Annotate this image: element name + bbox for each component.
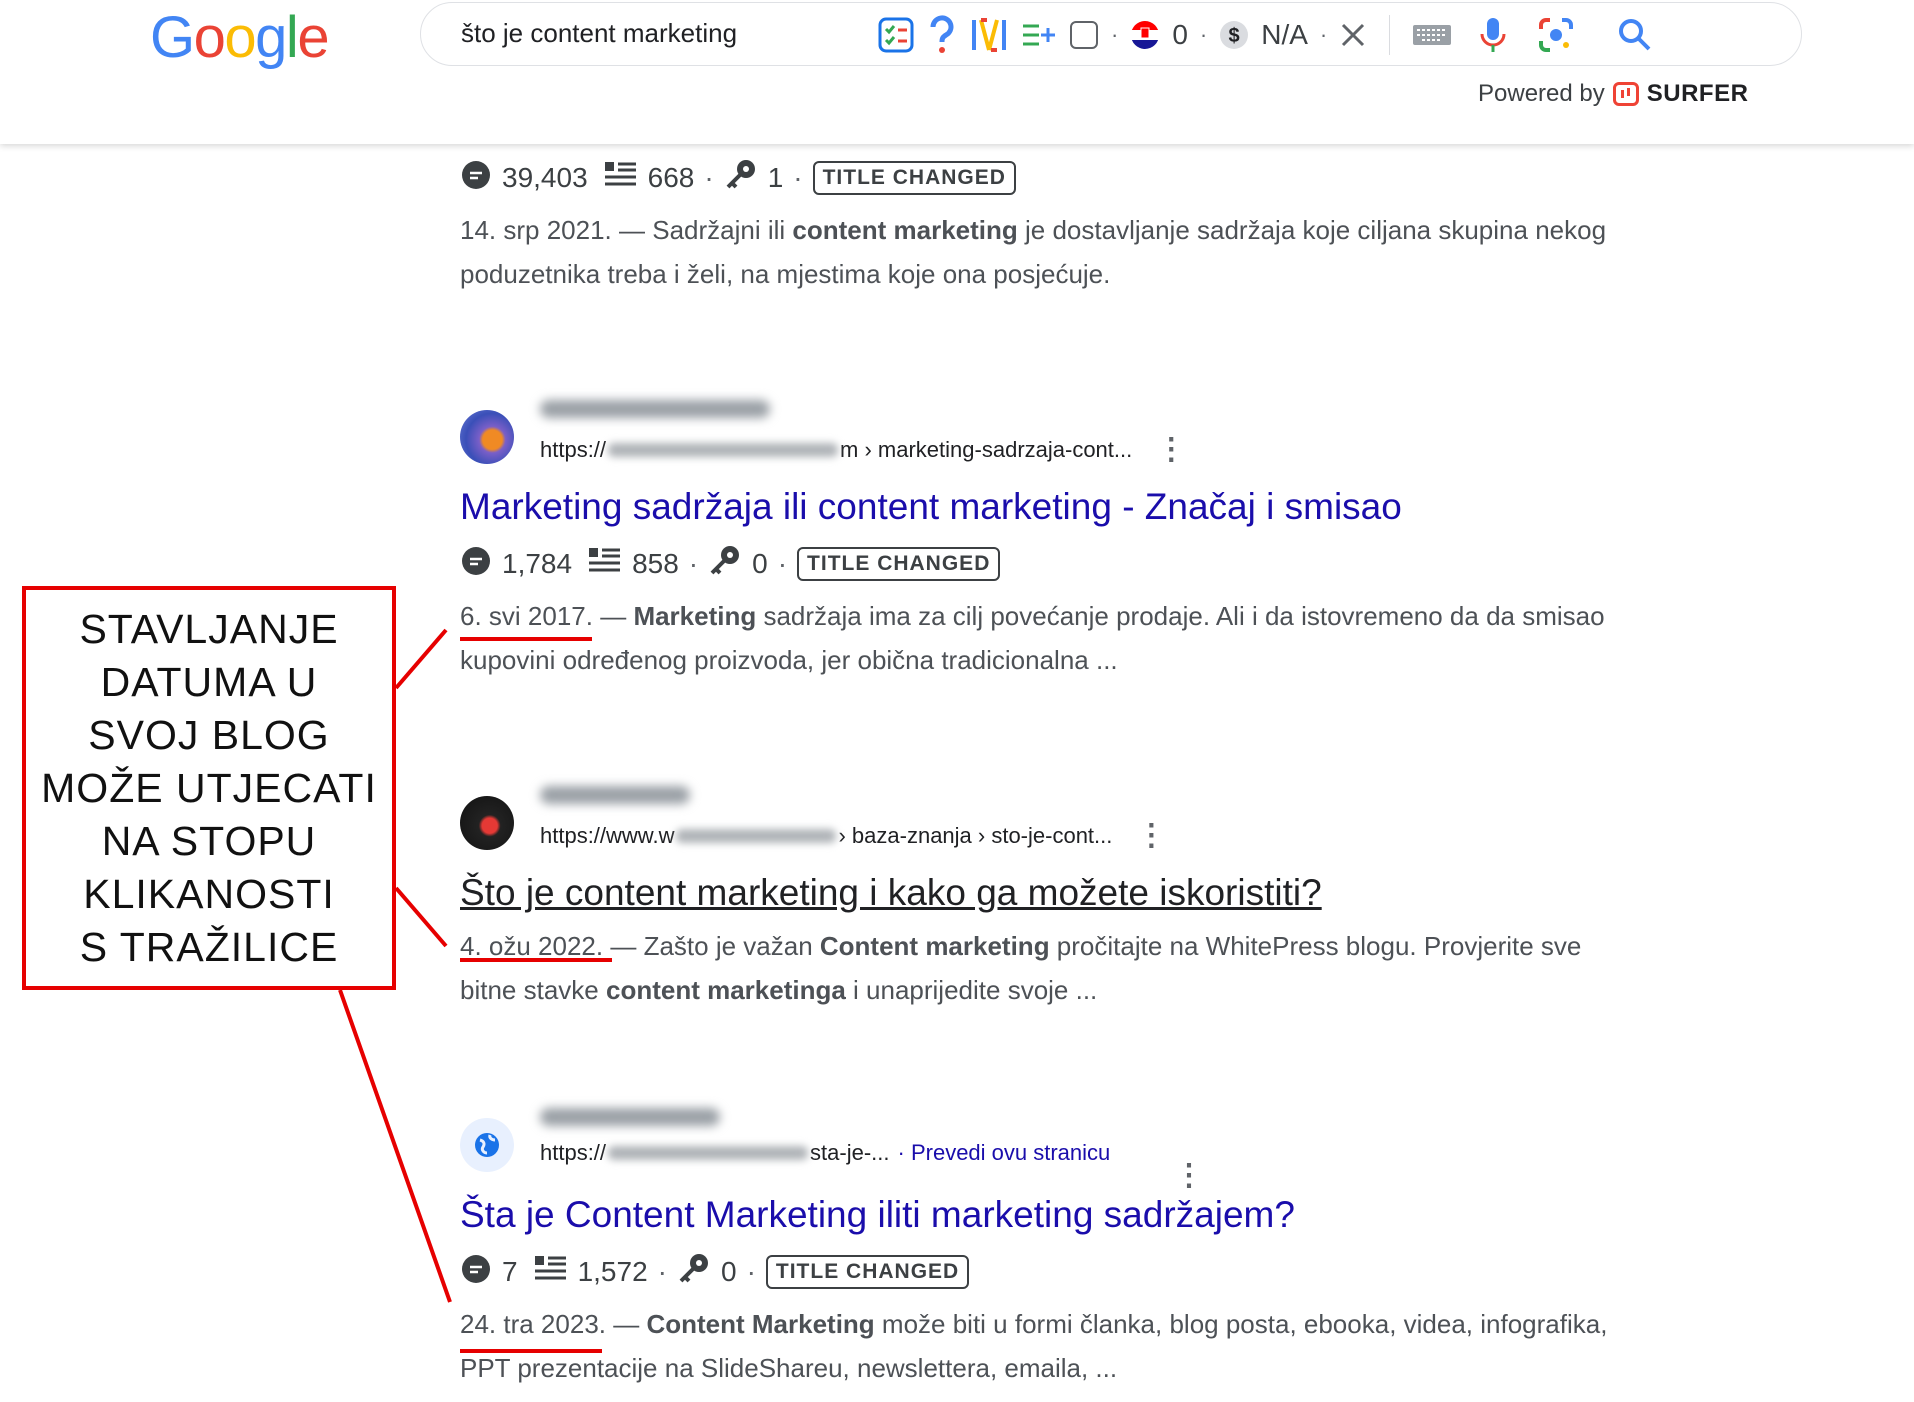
clear-icon[interactable] (1339, 21, 1367, 49)
keyboard-icon[interactable] (1412, 22, 1452, 48)
question-icon[interactable] (927, 15, 957, 55)
svg-text:$: $ (1229, 25, 1240, 47)
flag-count: 0 (1172, 19, 1188, 50)
separator-dot: · (1111, 22, 1119, 47)
dollar-icon[interactable]: $ (1219, 20, 1249, 50)
surfer-logo-icon (1612, 82, 1639, 106)
powered-by-label: Powered by (1478, 80, 1605, 107)
checkbox-icon[interactable] (1069, 20, 1099, 50)
checklist-icon[interactable] (877, 16, 915, 54)
pointer-line (338, 989, 452, 1303)
cost-value: N/A (1261, 19, 1308, 50)
search-input[interactable]: što je content marketing (461, 18, 737, 49)
microphone-icon[interactable] (1478, 15, 1508, 55)
search-icon[interactable] (1618, 18, 1652, 52)
lens-icon[interactable] (1538, 17, 1574, 53)
search-toolbar: · 0 · $ N/A · (877, 11, 1652, 59)
separator-dot: · (1319, 22, 1328, 47)
search-box[interactable]: što je content marketing · 0 · $ N/A · (420, 2, 1802, 66)
compare-icon[interactable] (969, 16, 1009, 54)
surfer-brand: SURFER (1646, 80, 1749, 107)
add-list-icon[interactable] (1021, 20, 1057, 50)
pointer-line (394, 628, 448, 690)
powered-by-surfer[interactable]: Powered by SURFER (1478, 80, 1748, 108)
search-header: Google što je content marketing · 0 · $ … (0, 0, 1914, 144)
divider (1389, 15, 1391, 55)
google-logo[interactable]: Google (150, 4, 330, 71)
croatia-flag-icon[interactable] (1130, 20, 1160, 50)
annotation-lines (338, 628, 612, 1353)
pointer-line (394, 886, 448, 948)
separator-dot: · (1199, 22, 1208, 47)
